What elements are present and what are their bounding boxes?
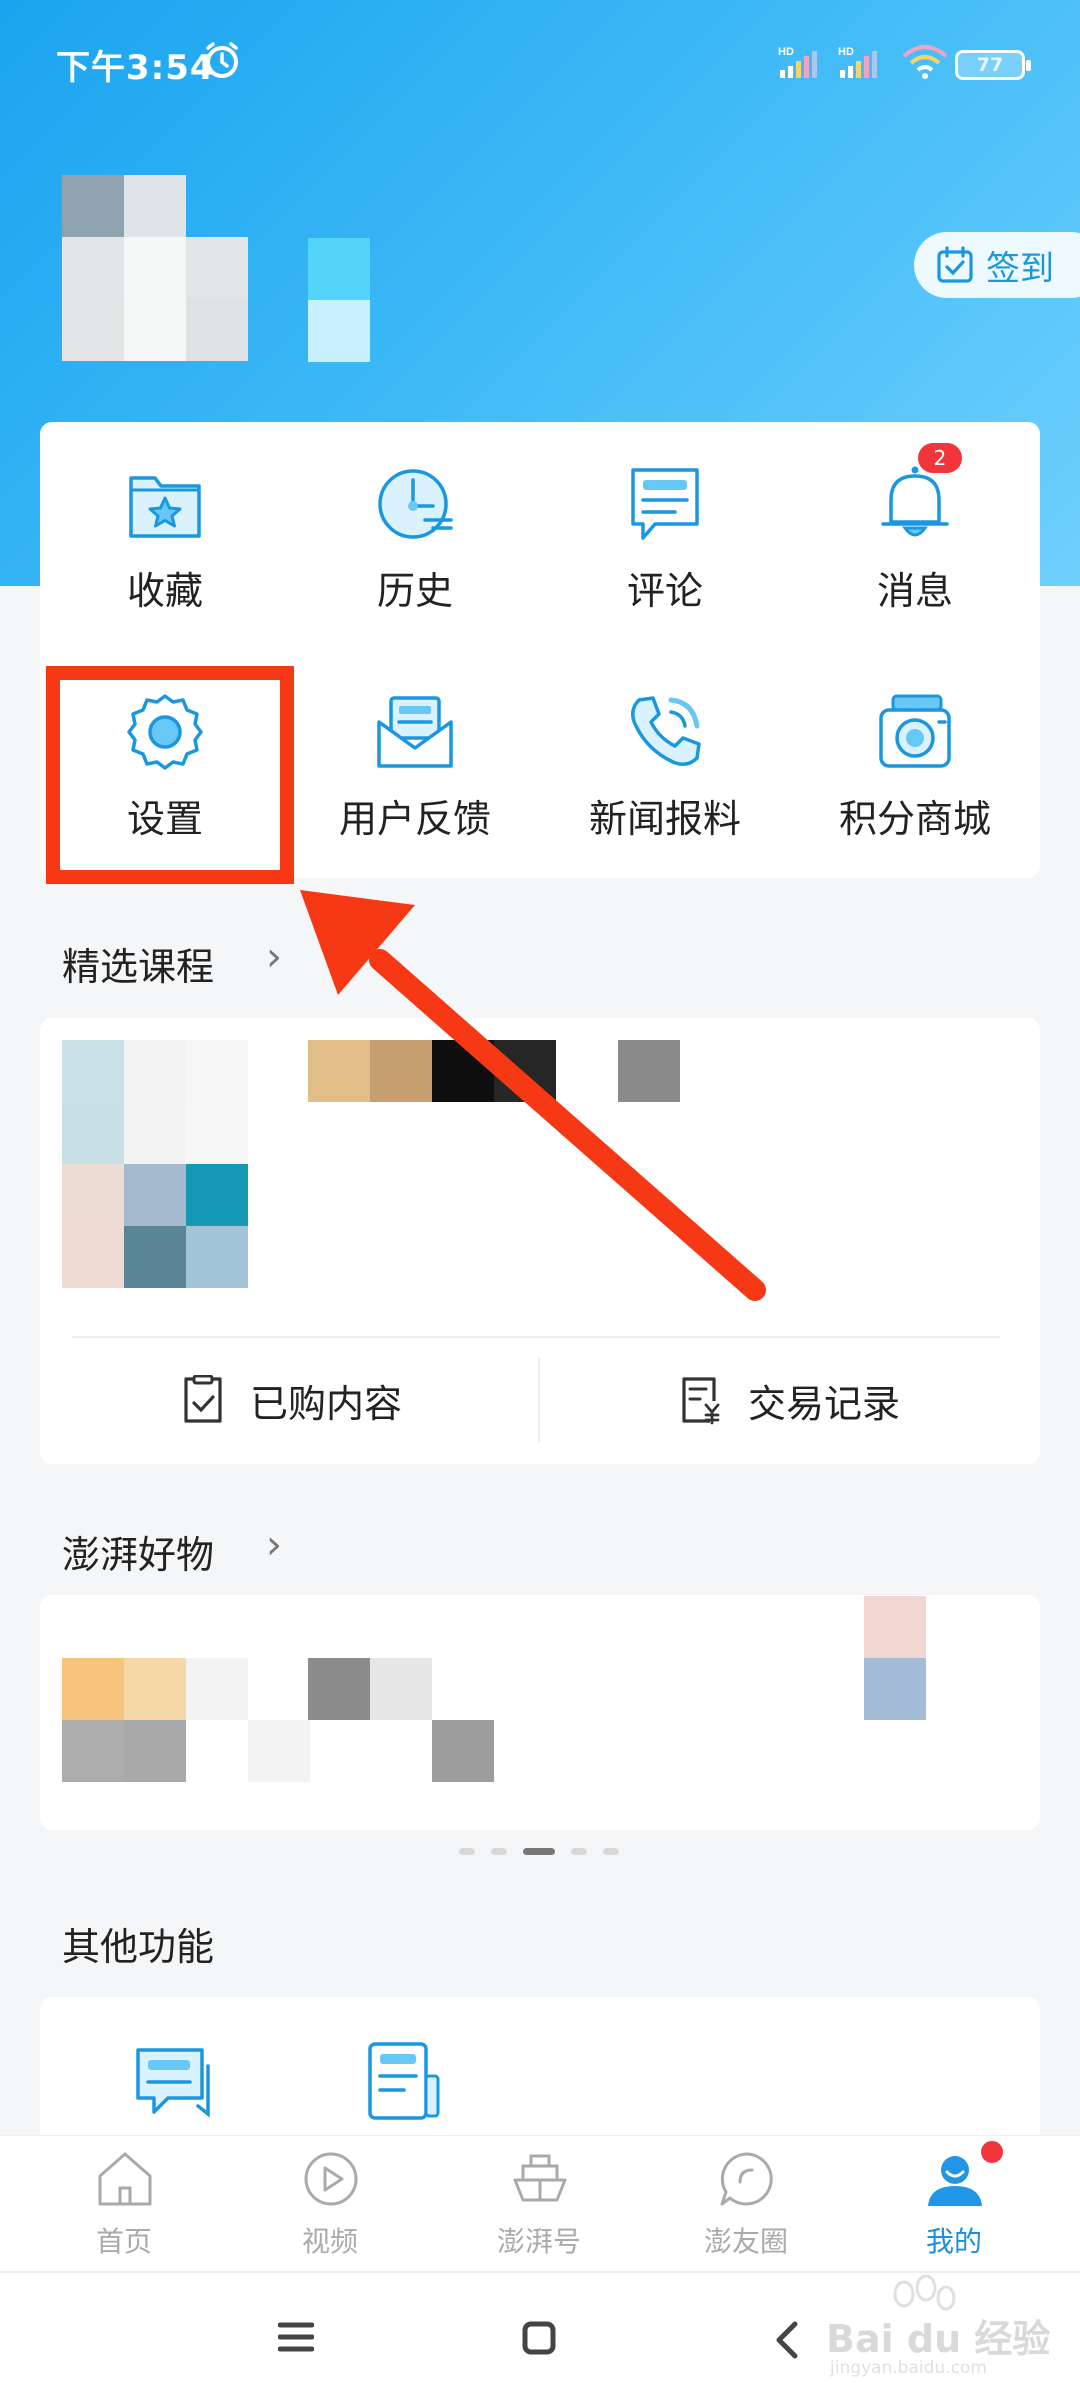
tab-label: 我的 (925, 2225, 982, 2258)
avatar[interactable] (62, 175, 248, 361)
comment-icon (631, 468, 699, 540)
phone-icon (631, 696, 701, 766)
carousel-dot (571, 1848, 587, 1855)
status-time: 下午3:54 (56, 48, 215, 88)
home-icon (98, 2152, 152, 2206)
signal-icon-2: HD (838, 46, 877, 78)
svg-text:HD: HD (778, 46, 794, 58)
camera-icon (879, 694, 951, 768)
carousel-indicator (0, 1848, 1080, 1858)
message-badge: 2 (918, 443, 962, 473)
other-section-title: 其他功能 (62, 1925, 215, 1969)
grid-item-points-mall[interactable]: 积分商城 (790, 658, 1040, 858)
wifi-icon (902, 45, 948, 79)
tab-home[interactable]: 首页 (16, 2136, 232, 2272)
grid-item-label: 新闻报料 (588, 797, 741, 841)
carousel-dot-active (523, 1848, 555, 1855)
settings-highlight-box (46, 666, 294, 884)
checkin-button[interactable]: 签到 (914, 232, 1080, 298)
tab-label: 澎友圈 (703, 2225, 788, 2258)
course-footer-divider (72, 1336, 1000, 1338)
grid-item-label: 评论 (626, 569, 703, 613)
alarm-icon (206, 42, 238, 78)
purchased-icon (184, 1375, 222, 1423)
purchased-content-label: 已购内容 (250, 1381, 403, 1426)
tab-label: 澎湃号 (496, 2225, 581, 2258)
status-bar: 下午3:54 HD HD 77 (0, 0, 1080, 124)
battery-indicator: 77 (955, 50, 1031, 80)
chat-bubble-icon[interactable] (132, 2044, 216, 2124)
grid-item-messages[interactable]: 消息 (790, 430, 1040, 630)
courses-section-title[interactable]: 精选课程 (62, 936, 214, 991)
chat-circle-icon (720, 2152, 773, 2206)
grid-item-favorites[interactable]: 收藏 (40, 430, 290, 630)
menu-icon[interactable] (278, 2321, 314, 2353)
username (308, 238, 370, 362)
carousel-dot (603, 1848, 619, 1855)
tab-mine[interactable]: 我的 (846, 2136, 1062, 2272)
video-icon (304, 2152, 358, 2206)
grid-item-history[interactable]: 历史 (290, 430, 540, 630)
grid-item-label: 消息 (876, 569, 953, 613)
calendar-check-icon (937, 246, 973, 283)
feedback-icon (377, 696, 453, 768)
transaction-records-label: 交易记录 (748, 1381, 901, 1426)
purchased-content-button[interactable]: 已购内容 (180, 1370, 402, 1430)
note-edit-icon[interactable] (364, 2040, 444, 2124)
grid-item-label: 积分商城 (838, 797, 991, 841)
grid-item-label: 收藏 (126, 569, 203, 613)
ship-icon (513, 2154, 567, 2202)
svg-text:HD: HD (838, 46, 854, 58)
baidu-watermark: Bai du 经验 (826, 2317, 1051, 2361)
favorites-icon (129, 476, 201, 538)
course-footer-separator (538, 1358, 540, 1442)
bell-icon (881, 466, 949, 537)
tab-label: 首页 (95, 2225, 152, 2258)
bottom-tab-bar: 首页 视频 澎湃号 澎友圈 我的 (0, 2135, 1080, 2271)
grid-item-label: 用户反馈 (338, 797, 491, 841)
transaction-records-button[interactable]: 交易记录 (678, 1370, 900, 1430)
tab-pengyou-quan[interactable]: 澎友圈 (638, 2136, 854, 2272)
baidu-watermark-url: jingyan.baidu.com (830, 2358, 987, 2378)
carousel-dot (459, 1848, 475, 1855)
signal-icon: HD (778, 46, 817, 78)
goods-chevron-icon[interactable]: › (266, 1522, 282, 1568)
grid-item-feedback[interactable]: 用户反馈 (290, 658, 540, 858)
user-icon (928, 2156, 982, 2206)
goods-section-title[interactable]: 澎湃好物 (62, 1524, 214, 1579)
carousel-dot (491, 1848, 507, 1855)
history-icon (378, 469, 453, 539)
tab-pengpai-hao[interactable]: 澎湃号 (431, 2136, 647, 2272)
home-button-icon[interactable] (522, 2321, 556, 2355)
grid-item-comments[interactable]: 评论 (540, 430, 790, 630)
back-icon[interactable] (774, 2321, 800, 2359)
mine-notification-dot (978, 2138, 1006, 2166)
tab-video[interactable]: 视频 (222, 2136, 438, 2272)
courses-chevron-icon[interactable]: › (266, 934, 282, 980)
checkin-label: 签到 (986, 248, 1054, 289)
grid-item-label: 历史 (376, 569, 453, 613)
grid-item-news-tip[interactable]: 新闻报料 (540, 658, 790, 858)
tab-label: 视频 (301, 2225, 358, 2258)
transaction-icon (682, 1377, 720, 1425)
